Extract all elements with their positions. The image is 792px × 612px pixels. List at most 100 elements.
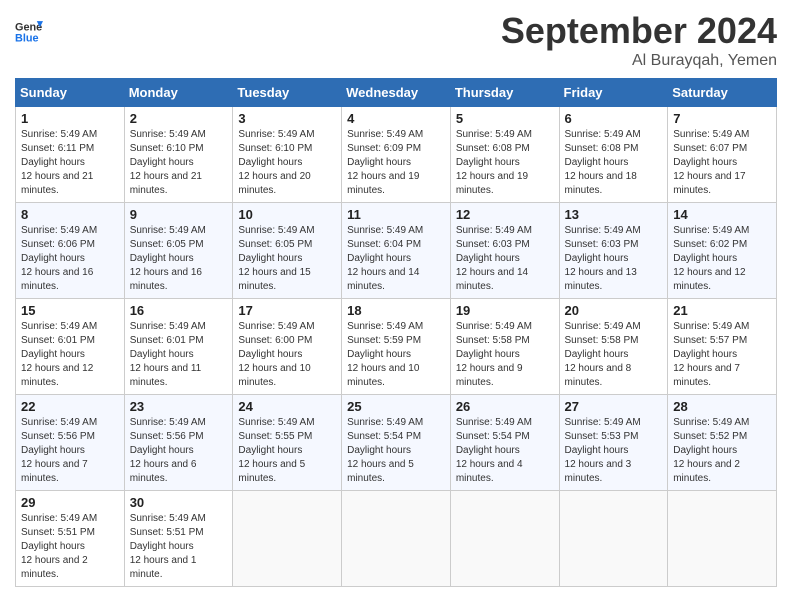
calendar-cell: 15 Sunrise: 5:49 AMSunset: 6:01 PMDayligh… [16,299,125,395]
calendar-cell: 25 Sunrise: 5:49 AMSunset: 5:54 PMDayligh… [342,395,451,491]
day-detail: Sunrise: 5:49 AMSunset: 5:57 PMDaylight … [673,320,771,390]
day-detail: Sunrise: 5:49 AMSunset: 6:06 PMDaylight … [21,224,119,294]
day-detail: Sunrise: 5:49 AMSunset: 6:11 PMDaylight … [21,128,119,198]
calendar-cell [450,491,559,587]
day-number: 15 [21,303,119,318]
location-title: Al Burayqah, Yemen [501,52,777,70]
day-number: 20 [565,303,663,318]
day-detail: Sunrise: 5:49 AMSunset: 6:08 PMDaylight … [565,128,663,198]
day-number: 16 [130,303,228,318]
calendar-cell: 28 Sunrise: 5:49 AMSunset: 5:52 PMDayligh… [668,395,777,491]
day-number: 10 [238,207,336,222]
calendar-cell: 2 Sunrise: 5:49 AMSunset: 6:10 PMDaylight… [124,107,233,203]
calendar-cell: 3Sunrise: 5:49 AMSunset: 6:10 PMDaylight… [233,107,342,203]
weekday-header-row: SundayMondayTuesdayWednesdayThursdayFrid… [16,79,777,107]
calendar-cell: 19 Sunrise: 5:49 AMSunset: 5:58 PMDayligh… [450,299,559,395]
day-detail: Sunrise: 5:49 AMSunset: 5:54 PMDaylight … [456,416,554,486]
calendar-cell: 6 Sunrise: 5:49 AMSunset: 6:08 PMDaylight… [559,107,668,203]
calendar-cell: 30Sunrise: 5:49 AMSunset: 5:51 PMDayligh… [124,491,233,587]
day-number: 26 [456,399,554,414]
calendar-week-row: 15 Sunrise: 5:49 AMSunset: 6:01 PMDayligh… [16,299,777,395]
day-detail: Sunrise: 5:49 AMSunset: 6:04 PMDaylight … [347,224,445,294]
header: General Blue September 2024 Al Burayqah,… [15,10,777,70]
calendar-cell: 29 Sunrise: 5:49 AMSunset: 5:51 PMDayligh… [16,491,125,587]
calendar-cell: 14 Sunrise: 5:49 AMSunset: 6:02 PMDayligh… [668,203,777,299]
day-detail: Sunrise: 5:49 AMSunset: 5:54 PMDaylight … [347,416,445,486]
day-detail: Sunrise: 5:49 AMSunset: 5:56 PMDaylight … [21,416,119,486]
day-detail: Sunrise: 5:49 AMSunset: 5:52 PMDaylight … [673,416,771,486]
calendar-cell: 24Sunrise: 5:49 AMSunset: 5:55 PMDayligh… [233,395,342,491]
day-number: 6 [565,111,663,126]
weekday-header-sunday: Sunday [16,79,125,107]
calendar-cell [233,491,342,587]
day-number: 8 [21,207,119,222]
month-title: September 2024 [501,10,777,52]
day-detail: Sunrise: 5:49 AMSunset: 6:10 PMDaylight … [130,128,228,198]
calendar-cell: 12 Sunrise: 5:49 AMSunset: 6:03 PMDayligh… [450,203,559,299]
weekday-header-monday: Monday [124,79,233,107]
calendar-cell: 9 Sunrise: 5:49 AMSunset: 6:05 PMDaylight… [124,203,233,299]
calendar-week-row: 29 Sunrise: 5:49 AMSunset: 5:51 PMDayligh… [16,491,777,587]
day-number: 25 [347,399,445,414]
day-detail: Sunrise: 5:49 AMSunset: 6:00 PMDaylight … [238,320,336,390]
day-detail: Sunrise: 5:49 AMSunset: 6:01 PMDaylight … [130,320,228,390]
day-number: 30 [130,495,228,510]
calendar-week-row: 1 Sunrise: 5:49 AMSunset: 6:11 PMDaylight… [16,107,777,203]
day-number: 23 [130,399,228,414]
day-number: 3 [238,111,336,126]
day-number: 12 [456,207,554,222]
calendar-cell [342,491,451,587]
day-number: 11 [347,207,445,222]
weekday-header-tuesday: Tuesday [233,79,342,107]
calendar-cell: 8 Sunrise: 5:49 AMSunset: 6:06 PMDaylight… [16,203,125,299]
weekday-header-thursday: Thursday [450,79,559,107]
calendar-cell: 1 Sunrise: 5:49 AMSunset: 6:11 PMDaylight… [16,107,125,203]
logo: General Blue [15,18,43,46]
calendar-cell: 20 Sunrise: 5:49 AMSunset: 5:58 PMDayligh… [559,299,668,395]
day-detail: Sunrise: 5:49 AMSunset: 6:03 PMDaylight … [565,224,663,294]
day-detail: Sunrise: 5:49 AMSunset: 5:58 PMDaylight … [456,320,554,390]
day-detail: Sunrise: 5:49 AMSunset: 6:02 PMDaylight … [673,224,771,294]
calendar-cell: 18 Sunrise: 5:49 AMSunset: 5:59 PMDayligh… [342,299,451,395]
day-detail: Sunrise: 5:49 AMSunset: 5:51 PMDaylight … [21,512,119,582]
calendar-cell [559,491,668,587]
weekday-header-saturday: Saturday [668,79,777,107]
day-detail: Sunrise: 5:49 AMSunset: 6:05 PMDaylight … [130,224,228,294]
day-number: 5 [456,111,554,126]
calendar-cell: 26 Sunrise: 5:49 AMSunset: 5:54 PMDayligh… [450,395,559,491]
day-number: 29 [21,495,119,510]
day-number: 14 [673,207,771,222]
calendar-cell [668,491,777,587]
day-number: 17 [238,303,336,318]
calendar-cell: 22 Sunrise: 5:49 AMSunset: 5:56 PMDayligh… [16,395,125,491]
day-detail: Sunrise: 5:49 AMSunset: 6:07 PMDaylight … [673,128,771,198]
day-number: 1 [21,111,119,126]
calendar-week-row: 8 Sunrise: 5:49 AMSunset: 6:06 PMDaylight… [16,203,777,299]
day-number: 27 [565,399,663,414]
day-number: 18 [347,303,445,318]
day-number: 28 [673,399,771,414]
day-number: 2 [130,111,228,126]
day-number: 7 [673,111,771,126]
weekday-header-friday: Friday [559,79,668,107]
title-area: September 2024 Al Burayqah, Yemen [501,10,777,70]
day-detail: Sunrise: 5:49 AMSunset: 5:59 PMDaylight … [347,320,445,390]
day-detail: Sunrise: 5:49 AMSunset: 6:03 PMDaylight … [456,224,554,294]
weekday-header-wednesday: Wednesday [342,79,451,107]
day-detail: Sunrise: 5:49 AMSunset: 5:56 PMDaylight … [130,416,228,486]
calendar-table: SundayMondayTuesdayWednesdayThursdayFrid… [15,78,777,587]
day-detail: Sunrise: 5:49 AMSunset: 6:08 PMDaylight … [456,128,554,198]
day-number: 19 [456,303,554,318]
day-detail: Sunrise: 5:49 AMSunset: 5:55 PMDaylight … [238,416,336,486]
calendar-cell: 21 Sunrise: 5:49 AMSunset: 5:57 PMDayligh… [668,299,777,395]
day-detail: Sunrise: 5:49 AMSunset: 6:01 PMDaylight … [21,320,119,390]
calendar-cell: 23 Sunrise: 5:49 AMSunset: 5:56 PMDayligh… [124,395,233,491]
day-detail: Sunrise: 5:49 AMSunset: 6:09 PMDaylight … [347,128,445,198]
calendar-cell: 4 Sunrise: 5:49 AMSunset: 6:09 PMDaylight… [342,107,451,203]
day-number: 4 [347,111,445,126]
calendar-cell: 16 Sunrise: 5:49 AMSunset: 6:01 PMDayligh… [124,299,233,395]
day-number: 9 [130,207,228,222]
day-number: 21 [673,303,771,318]
day-number: 22 [21,399,119,414]
day-detail: Sunrise: 5:49 AMSunset: 5:58 PMDaylight … [565,320,663,390]
